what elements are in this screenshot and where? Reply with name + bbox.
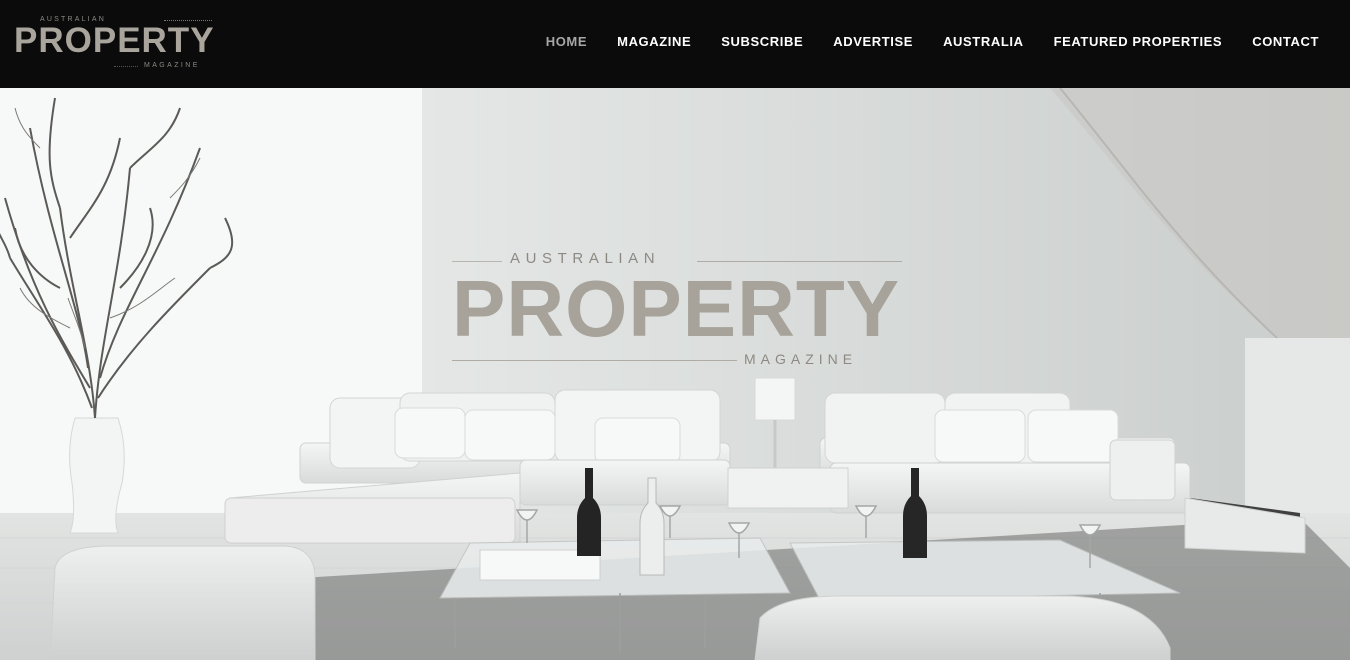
side-table [727,467,849,509]
hero-logo-property-text: PROPERTY [452,264,901,353]
logo-magazine-text: MAGAZINE [144,62,200,69]
nav-item-subscribe[interactable]: SUBSCRIBE [721,34,803,49]
logo-divider [114,66,138,67]
nav-item-contact[interactable]: CONTACT [1252,34,1319,49]
hero-logo-divider [697,261,902,262]
hero-image [0,88,1350,660]
ottoman-left [49,545,316,660]
hero-logo-divider [452,360,737,361]
hero-logo-divider [452,261,502,262]
side-wall [1245,338,1350,518]
site-logo[interactable]: AUSTRALIAN PROPERTY MAGAZINE [14,16,219,72]
nav-item-home[interactable]: HOME [546,34,587,49]
nav-item-advertise[interactable]: ADVERTISE [833,34,913,49]
nav-item-featured-properties[interactable]: FEATURED PROPERTIES [1054,34,1223,49]
site-header: AUSTRALIAN PROPERTY MAGAZINE HOME MAGAZI… [0,0,1350,88]
nav-item-australia[interactable]: AUSTRALIA [943,34,1024,49]
hero-banner: AUSTRALIAN PROPERTY MAGAZINE [0,88,1350,660]
hero-logo-magazine-text: MAGAZINE [744,351,858,367]
logo-property-text: PROPERTY [14,21,215,60]
nav-item-magazine[interactable]: MAGAZINE [617,34,691,49]
main-nav: HOME MAGAZINE SUBSCRIBE ADVERTISE AUSTRA… [516,34,1319,49]
ottoman-right [754,595,1171,660]
hero-logo: AUSTRALIAN PROPERTY MAGAZINE [452,250,912,370]
